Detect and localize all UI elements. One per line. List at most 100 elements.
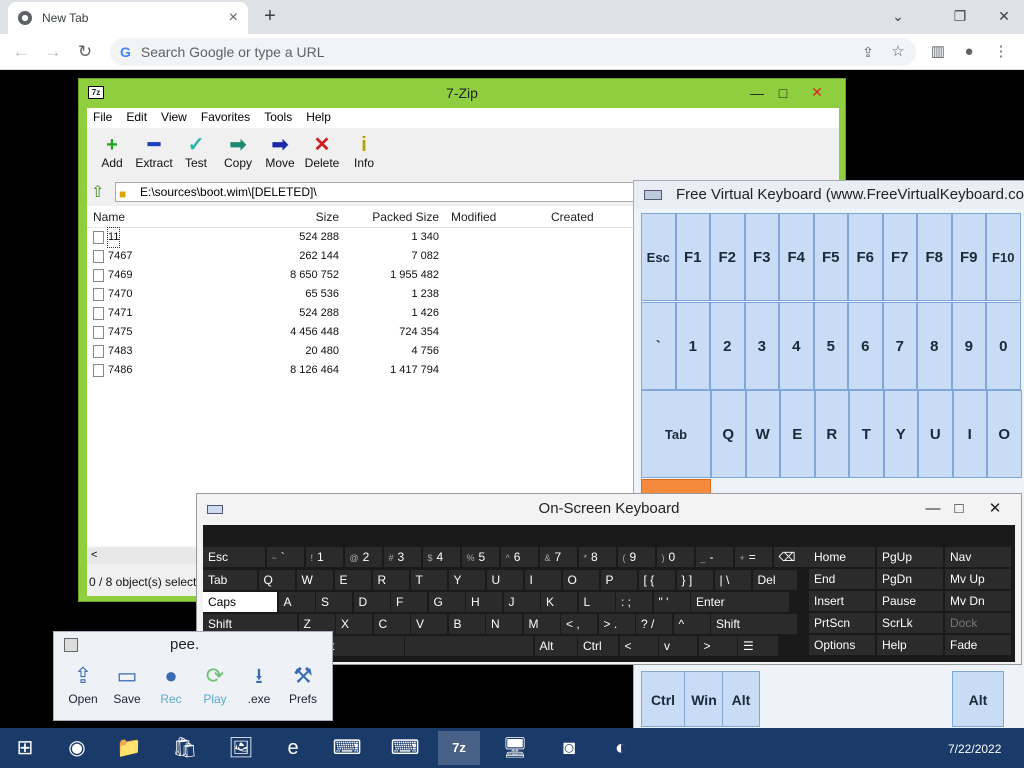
osk-key-r2-0[interactable]: Tab: [203, 570, 257, 590]
osk-key-r4-4[interactable]: V: [411, 614, 447, 634]
info-button[interactable]: i Info: [343, 128, 385, 178]
osk-key-r2-8[interactable]: I: [524, 570, 561, 590]
fvk-key-row1-8[interactable]: F8: [917, 213, 952, 301]
fvk-key-bottom-2[interactable]: Alt: [722, 671, 760, 727]
osk-key-r2-14[interactable]: Del: [752, 570, 797, 590]
osk-key-r1-11[interactable]: ) 0: [656, 547, 694, 567]
osk-key-r4-7[interactable]: M: [523, 614, 560, 634]
osk-key-r4-9[interactable]: > .: [598, 614, 635, 634]
fvk-key-row1-6[interactable]: F6: [848, 213, 883, 301]
osk-key-r3-2[interactable]: S: [316, 592, 352, 612]
fvk-key-row1-4[interactable]: F4: [779, 213, 814, 301]
menu-edit[interactable]: Edit: [126, 110, 147, 126]
fvk-key-row2-10[interactable]: 0: [986, 302, 1021, 390]
osk-key-r1-9[interactable]: * 8: [578, 547, 616, 567]
menu-tools[interactable]: Tools: [264, 110, 292, 126]
osk-key-r3-4[interactable]: F: [391, 592, 427, 612]
osk-key-r3-9[interactable]: L: [578, 592, 615, 612]
osk-key-r2-7[interactable]: U: [486, 570, 523, 590]
move-button[interactable]: ➡ Move: [259, 128, 301, 178]
osk-key-r4-8[interactable]: < ,: [561, 614, 597, 634]
osk-key-r2-3[interactable]: E: [334, 570, 371, 590]
osk-key-r1-7[interactable]: ^ 6: [500, 547, 538, 567]
osk-key-r1-6[interactable]: % 5: [461, 547, 499, 567]
network-icon[interactable]: 🖥: [494, 731, 536, 765]
osk-key-r4-2[interactable]: X: [336, 614, 372, 634]
osk-nav-4-2[interactable]: Fade: [945, 635, 1011, 655]
osk-key-r3-12[interactable]: Enter: [691, 592, 789, 612]
keyboard-icon[interactable]: ⌨: [384, 731, 426, 765]
share-icon[interactable]: ⇪: [855, 39, 881, 65]
osk-nav-2-0[interactable]: Insert: [809, 591, 875, 611]
fvk-key-row1-10[interactable]: F10: [986, 213, 1021, 301]
copy-button[interactable]: ➡ Copy: [217, 128, 259, 178]
restore-button[interactable]: ❐: [942, 0, 978, 34]
fvk-key-bottom-0[interactable]: Ctrl: [641, 671, 685, 727]
osk-key-r5-10[interactable]: ☰: [738, 636, 778, 656]
reload-icon[interactable]: ↻: [72, 39, 98, 65]
osk-nav-1-0[interactable]: End: [809, 569, 875, 589]
osk-key-r2-1[interactable]: Q: [258, 570, 295, 590]
osk-nav-2-1[interactable]: Pause: [877, 591, 943, 611]
osk-key-r1-13[interactable]: + =: [734, 547, 772, 567]
osk-nav-3-2[interactable]: Dock: [945, 613, 1011, 633]
test-button[interactable]: ✓ Test: [175, 128, 217, 178]
fvk-key-row1-3[interactable]: F3: [744, 213, 779, 301]
osk-titlebar[interactable]: On-Screen Keyboard — □ ✕: [197, 494, 1021, 524]
fvk-key-row3-2[interactable]: W: [745, 390, 780, 478]
save-button[interactable]: ▭ Save: [106, 660, 148, 716]
fvk-key-row3-3[interactable]: E: [780, 390, 815, 478]
tab-search-icon[interactable]: ⌄: [880, 0, 916, 34]
osk-key-r5-7[interactable]: <: [619, 636, 658, 656]
osk-nav-1-1[interactable]: PgDn: [877, 569, 943, 589]
osk-key-r2-11[interactable]: [ {: [638, 570, 675, 590]
column-packed-size[interactable]: Packed Size: [345, 206, 445, 227]
osk-key-r1-5[interactable]: $4: [422, 547, 460, 567]
photos-icon[interactable]: 🖼: [220, 731, 262, 765]
tab-close-icon[interactable]: ×: [229, 9, 238, 27]
menu-icon[interactable]: ⋮: [988, 39, 1014, 65]
start-button[interactable]: ⊞: [4, 731, 46, 765]
minimize-button[interactable]: —: [747, 79, 767, 107]
fvk-key-row3-9[interactable]: O: [987, 390, 1022, 478]
osk-key-r3-5[interactable]: G: [428, 592, 465, 612]
osk-nav-1-2[interactable]: Mv Up: [945, 569, 1011, 589]
chrome-icon[interactable]: ◉: [56, 731, 98, 765]
fvk-key-row1-0[interactable]: Esc: [641, 213, 676, 301]
osk-key-r4-6[interactable]: N: [486, 614, 522, 634]
osk-key-r3-6[interactable]: H: [466, 592, 502, 612]
7zip-icon[interactable]: 7z: [438, 731, 480, 765]
fvk-key-row2-8[interactable]: 8: [917, 302, 952, 390]
store-icon[interactable]: 🛍: [164, 731, 206, 765]
osk-key-r2-9[interactable]: O: [562, 570, 599, 590]
fvk-key-row2-3[interactable]: 3: [744, 302, 779, 390]
osk-key-r4-12[interactable]: Shift: [711, 614, 797, 634]
osk-key-r3-3[interactable]: D: [353, 592, 390, 612]
play-button[interactable]: ⟳ Play: [194, 660, 236, 716]
star-icon[interactable]: ☆: [885, 39, 911, 65]
fvk-key-row1-1[interactable]: F1: [675, 213, 710, 301]
osk-key-r5-6[interactable]: Ctrl: [578, 636, 618, 656]
osk-key-r2-10[interactable]: P: [600, 570, 637, 590]
pee-titlebar[interactable]: pee.: [54, 632, 332, 658]
maximize-button[interactable]: □: [949, 494, 969, 524]
menu-help[interactable]: Help: [306, 110, 331, 126]
forward-icon[interactable]: →: [40, 39, 66, 65]
menu-file[interactable]: File: [93, 110, 112, 126]
fvk-key-row2-9[interactable]: 9: [951, 302, 986, 390]
osk-key-r1-8[interactable]: & 7: [539, 547, 577, 567]
osk-key-r5-8[interactable]: v: [659, 636, 697, 656]
fvk-key-row3-1[interactable]: Q: [711, 390, 746, 478]
fvk-key-row3-0[interactable]: Tab: [641, 390, 711, 478]
osk-key-r2-13[interactable]: | \: [714, 570, 751, 590]
column-name[interactable]: Name: [87, 206, 247, 227]
column-size[interactable]: Size: [247, 206, 345, 227]
osk-key-r5-5[interactable]: Alt: [534, 636, 577, 656]
remote-desktop-icon[interactable]: ⌨: [326, 731, 368, 765]
osk-key-r1-10[interactable]: (9: [617, 547, 655, 567]
new-tab-button[interactable]: +: [258, 4, 282, 28]
fvk-key-row1-7[interactable]: F7: [882, 213, 917, 301]
fvk-key-row2-4[interactable]: 4: [779, 302, 814, 390]
close-button[interactable]: ✕: [795, 81, 839, 103]
osk-key-r2-6[interactable]: Y: [448, 570, 485, 590]
